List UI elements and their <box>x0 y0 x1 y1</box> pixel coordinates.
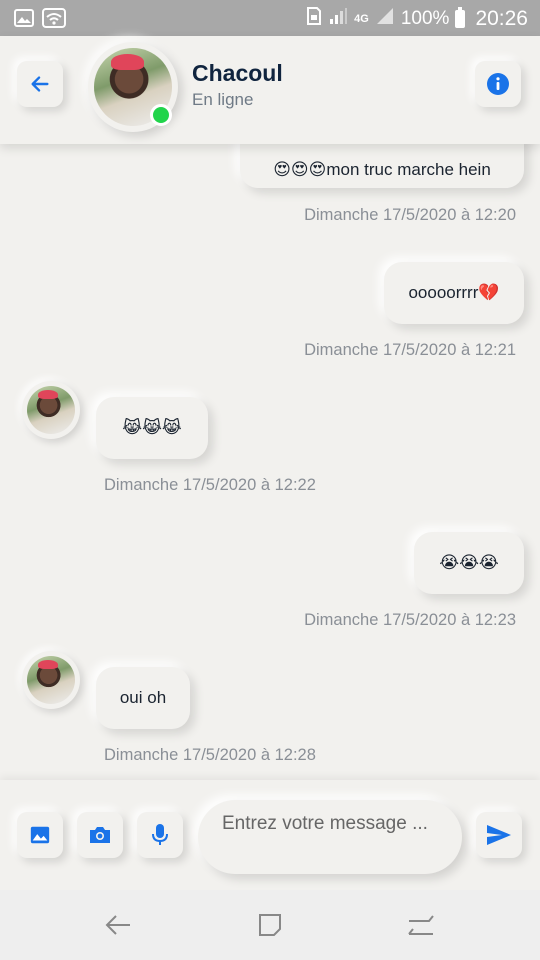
arrow-left-icon <box>31 76 49 92</box>
network-type-label: 4G <box>354 12 369 25</box>
message-timestamp: Dimanche 17/5/2020 à 12:23 <box>304 611 516 629</box>
message-timestamp: Dimanche 17/5/2020 à 12:20 <box>304 206 516 224</box>
wifi-icon <box>42 8 66 33</box>
message-bubble-sent[interactable]: 😭😭😭 <box>414 532 524 594</box>
gallery-notification-icon <box>14 9 34 32</box>
voice-button[interactable] <box>137 812 183 858</box>
info-button[interactable] <box>475 61 521 107</box>
message-timestamp: Dimanche 17/5/2020 à 12:28 <box>104 746 316 764</box>
message-text: 😭😭😭 <box>439 553 499 572</box>
message-bubble-sent[interactable]: 😍😍😍mon truc marche hein <box>240 144 524 188</box>
gallery-button[interactable] <box>17 812 63 858</box>
contact-status: En ligne <box>192 90 254 109</box>
message-bubble-received[interactable]: oui oh <box>96 667 190 729</box>
status-bar: 4G 100% 20:26 <box>0 0 540 36</box>
nav-home-button[interactable] <box>253 910 287 940</box>
system-nav-bar <box>0 890 540 960</box>
camera-button[interactable] <box>77 812 123 858</box>
signal-icon-2 <box>375 7 395 31</box>
microphone-icon <box>152 824 168 845</box>
message-list[interactable]: 😍😍😍mon truc marche hein Dimanche 17/5/20… <box>0 144 540 780</box>
nav-recents-icon <box>408 915 434 935</box>
battery-icon <box>455 7 466 28</box>
sim-icon <box>306 6 322 32</box>
back-button[interactable] <box>17 61 63 107</box>
image-icon <box>30 826 50 844</box>
contact-name: Chacoul <box>192 60 283 86</box>
message-timestamp: Dimanche 17/5/2020 à 12:21 <box>304 341 516 359</box>
nav-recents-button[interactable] <box>404 910 438 940</box>
contact-avatar-small[interactable] <box>22 381 80 439</box>
camera-icon <box>90 827 110 843</box>
nav-back-button[interactable] <box>101 910 135 940</box>
message-bubble-sent[interactable]: ooooorrrr💔 <box>384 262 524 324</box>
send-icon <box>487 825 511 845</box>
chat-header: Chacoul En ligne <box>0 36 540 144</box>
avatar-photo <box>27 386 75 434</box>
message-input[interactable] <box>198 800 462 874</box>
message-text: 😍😍😍mon truc marche hein <box>273 160 491 179</box>
nav-home-icon <box>259 914 281 936</box>
message-text: ooooorrrr💔 <box>408 283 500 302</box>
send-button[interactable] <box>476 812 522 858</box>
online-indicator <box>150 104 172 126</box>
message-timestamp: Dimanche 17/5/2020 à 12:22 <box>104 476 316 494</box>
info-icon <box>487 73 509 95</box>
message-bubble-received[interactable]: 😹😹😹 <box>96 397 208 459</box>
contact-avatar-small[interactable] <box>22 651 80 709</box>
nav-back-icon <box>105 915 130 935</box>
avatar-photo <box>27 656 75 704</box>
signal-icon <box>328 7 348 31</box>
message-text: 😹😹😹 <box>122 418 182 437</box>
battery-percent: 100% <box>400 8 450 29</box>
clock: 20:26 <box>475 7 528 30</box>
message-text: oui oh <box>119 688 167 707</box>
message-composer <box>0 780 540 890</box>
